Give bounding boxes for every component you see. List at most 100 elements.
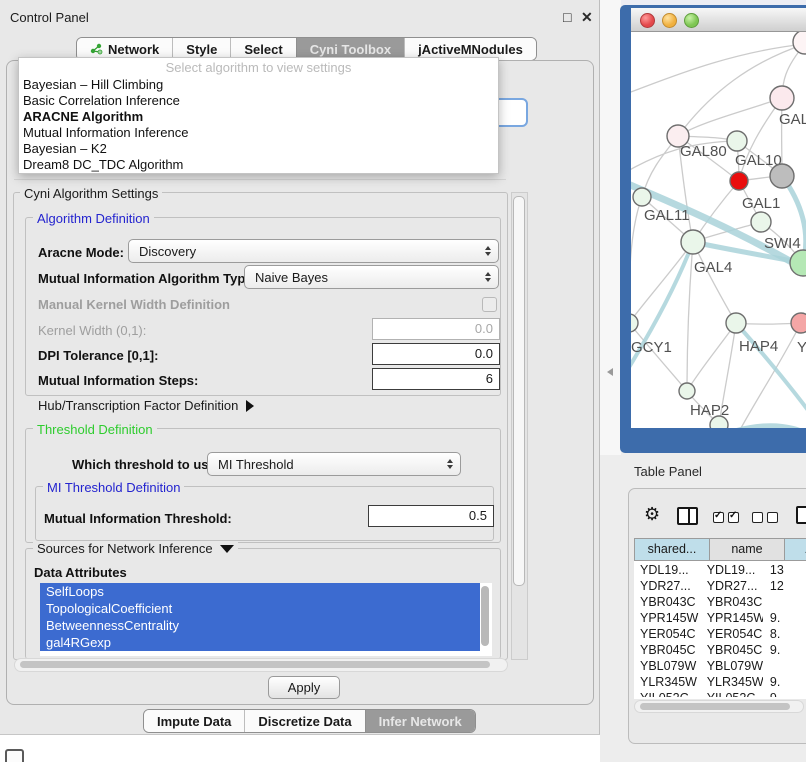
table-cell <box>763 594 806 610</box>
table-row[interactable]: YER054CYER054C8. <box>634 626 806 642</box>
network-node-label: SWI4 <box>764 235 801 252</box>
control-panel-title: Control Panel <box>10 10 89 25</box>
data-attributes-label: Data Attributes <box>34 565 127 580</box>
algorithm-option-bayesian-hill-climbing[interactable]: Bayesian – Hill Climbing <box>19 77 498 93</box>
deselect-all-rows-icon[interactable] <box>752 511 782 526</box>
network-edge[interactable] <box>631 44 805 92</box>
table-row[interactable]: YDR27...YDR27...12 <box>634 578 806 594</box>
table-row[interactable]: YPR145WYPR145W9. <box>634 610 806 626</box>
table-cell: YLR345W <box>634 674 699 690</box>
network-edge[interactable] <box>687 242 693 391</box>
network-node-hap2[interactable] <box>679 383 695 399</box>
attribute-topologicalcoefficient[interactable]: TopologicalCoefficient <box>40 600 480 617</box>
column-header-name[interactable]: name <box>710 538 785 561</box>
table-row[interactable]: YLR345WYLR345W9. <box>634 674 806 690</box>
horizontal-scrollbar-thumb[interactable] <box>20 661 490 668</box>
algorithm-options: Bayesian – Hill ClimbingBasic Correlatio… <box>19 77 498 173</box>
network-node[interactable] <box>790 250 806 276</box>
algorithm-option-aracne-algorithm[interactable]: ARACNE Algorithm <box>19 109 498 125</box>
network-window-titlebar[interactable] <box>631 8 806 32</box>
table-cell: 13 <box>763 562 806 578</box>
table-scrollbar-thumb[interactable] <box>640 703 790 710</box>
settings-vertical-scrollbar[interactable] <box>511 192 528 660</box>
split-column-icon[interactable] <box>677 507 698 525</box>
network-node-gcy1[interactable] <box>631 314 638 332</box>
network-view[interactable]: GALGAL80GAL10GAL1GAL11GAL4SWI4GCY1HAP4YH… <box>631 32 806 428</box>
minimize-traffic-light-icon[interactable] <box>662 13 677 28</box>
tab-jactivemnodules-label: jActiveMNodules <box>418 42 523 57</box>
panel-remnant-line <box>14 179 506 180</box>
apply-button[interactable]: Apply <box>268 676 340 699</box>
algorithm-option-dream8-dc-tdc-algorithm[interactable]: Dream8 DC_TDC Algorithm <box>19 157 498 173</box>
table-cell: YPR145W <box>699 610 763 626</box>
attribute-gal4rgexp[interactable]: gal4RGexp <box>40 634 480 651</box>
panel-splitter[interactable] <box>599 0 621 455</box>
network-node-y[interactable] <box>791 313 806 333</box>
tab-infer-network[interactable]: Infer Network <box>365 710 475 732</box>
dpi-tolerance-input[interactable]: 0.0 <box>372 343 500 365</box>
network-edge[interactable] <box>693 242 736 323</box>
network-edge[interactable] <box>631 197 642 323</box>
mi-steps-input[interactable]: 6 <box>372 368 500 390</box>
network-node-gal11[interactable] <box>633 188 651 206</box>
attribute-selfloops[interactable]: SelfLoops <box>40 583 480 600</box>
list-scrollbar[interactable] <box>481 586 489 646</box>
tab-impute-data[interactable]: Impute Data <box>144 710 244 732</box>
table-row[interactable]: YBR045CYBR045C9. <box>634 642 806 658</box>
network-icon <box>90 43 103 55</box>
panel-dock-icon[interactable] <box>5 749 24 762</box>
mi-algorithm-type-select[interactable]: Naive Bayes <box>244 265 499 289</box>
zoom-traffic-light-icon[interactable] <box>684 13 699 28</box>
network-node-hap4[interactable] <box>726 313 746 333</box>
network-node-swi4[interactable] <box>751 212 771 232</box>
select-all-rows-icon[interactable] <box>713 511 743 526</box>
gear-icon[interactable]: ⚙ <box>644 505 660 523</box>
network-edge[interactable] <box>687 323 736 391</box>
sources-collapser[interactable]: Sources for Network Inference <box>33 541 238 556</box>
which-threshold-label: Which threshold to use: <box>72 457 220 472</box>
network-node[interactable] <box>793 32 806 54</box>
aracne-mode-select[interactable]: Discovery <box>128 239 499 263</box>
network-node-gal[interactable] <box>770 86 794 110</box>
network-node[interactable] <box>730 172 748 190</box>
table-header-row: shared...nameA <box>634 538 806 561</box>
algorithm-placeholder: Select algorithm to view settings <box>19 58 498 77</box>
column-header-a[interactable]: A <box>785 538 806 561</box>
close-icon[interactable]: ✕ <box>581 9 593 26</box>
table-function-icon[interactable] <box>796 506 806 524</box>
attribute-betweennesscentrality[interactable]: BetweennessCentrality <box>40 617 480 634</box>
close-traffic-light-icon[interactable] <box>640 13 655 28</box>
algorithm-option-bayesian-k2[interactable]: Bayesian – K2 <box>19 141 498 157</box>
which-threshold-select[interactable]: MI Threshold <box>207 452 461 476</box>
network-node-gal10[interactable] <box>727 131 747 151</box>
tab-cyni-toolbox-label: Cyni Toolbox <box>310 42 391 57</box>
hub-definition-expander[interactable]: Hub/Transcription Factor Definition <box>38 398 254 413</box>
algorithm-option-mutual-information-inference[interactable]: Mutual Information Inference <box>19 125 498 141</box>
network-node[interactable] <box>710 416 728 428</box>
float-window-icon[interactable]: □ <box>563 9 571 25</box>
network-node[interactable] <box>770 164 794 188</box>
table-horizontal-scrollbar[interactable] <box>634 700 804 713</box>
network-edge-thick[interactable] <box>691 426 806 428</box>
screen: Control Panel □ ✕ NetworkStyleSelectCyni… <box>0 0 806 762</box>
algorithm-option-basic-correlation-inference[interactable]: Basic Correlation Inference <box>19 93 498 109</box>
tab-discretize-data[interactable]: Discretize Data <box>244 710 364 732</box>
table-row[interactable]: YBR043CYBR043C <box>634 594 806 610</box>
splitter-collapse-arrow[interactable] <box>607 368 613 376</box>
table-row[interactable]: YBL079WYBL079W <box>634 658 806 674</box>
settings-horizontal-scrollbar[interactable] <box>14 658 508 672</box>
network-node-gal4[interactable] <box>681 230 705 254</box>
table-cell: 9 <box>763 690 806 697</box>
network-canvas[interactable]: GALGAL80GAL10GAL1GAL11GAL4SWI4GCY1HAP4YH… <box>631 32 806 428</box>
tab-style-label: Style <box>186 42 217 57</box>
manual-kernel-width-checkbox[interactable] <box>482 297 497 312</box>
table-row[interactable]: YDL19...YDL19...13 <box>634 562 806 578</box>
kernel-width-input[interactable]: 0.0 <box>372 318 500 340</box>
mi-threshold-group-title: MI Threshold Definition <box>43 480 184 495</box>
network-edge[interactable] <box>631 323 687 391</box>
table-row[interactable]: YIL052CYIL052C9 <box>634 690 806 697</box>
network-edge-thick[interactable] <box>631 242 693 377</box>
vertical-scrollbar-thumb[interactable] <box>513 196 525 586</box>
mi-threshold-input[interactable]: 0.5 <box>368 505 494 527</box>
column-header-shared[interactable]: shared... <box>634 538 710 561</box>
